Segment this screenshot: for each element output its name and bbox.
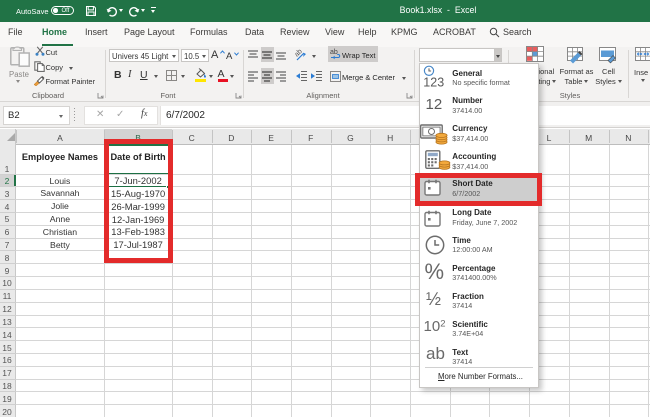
svg-text:ab: ab bbox=[295, 48, 304, 59]
svg-text:ab: ab bbox=[330, 49, 338, 56]
svg-text:123: 123 bbox=[423, 76, 444, 89]
